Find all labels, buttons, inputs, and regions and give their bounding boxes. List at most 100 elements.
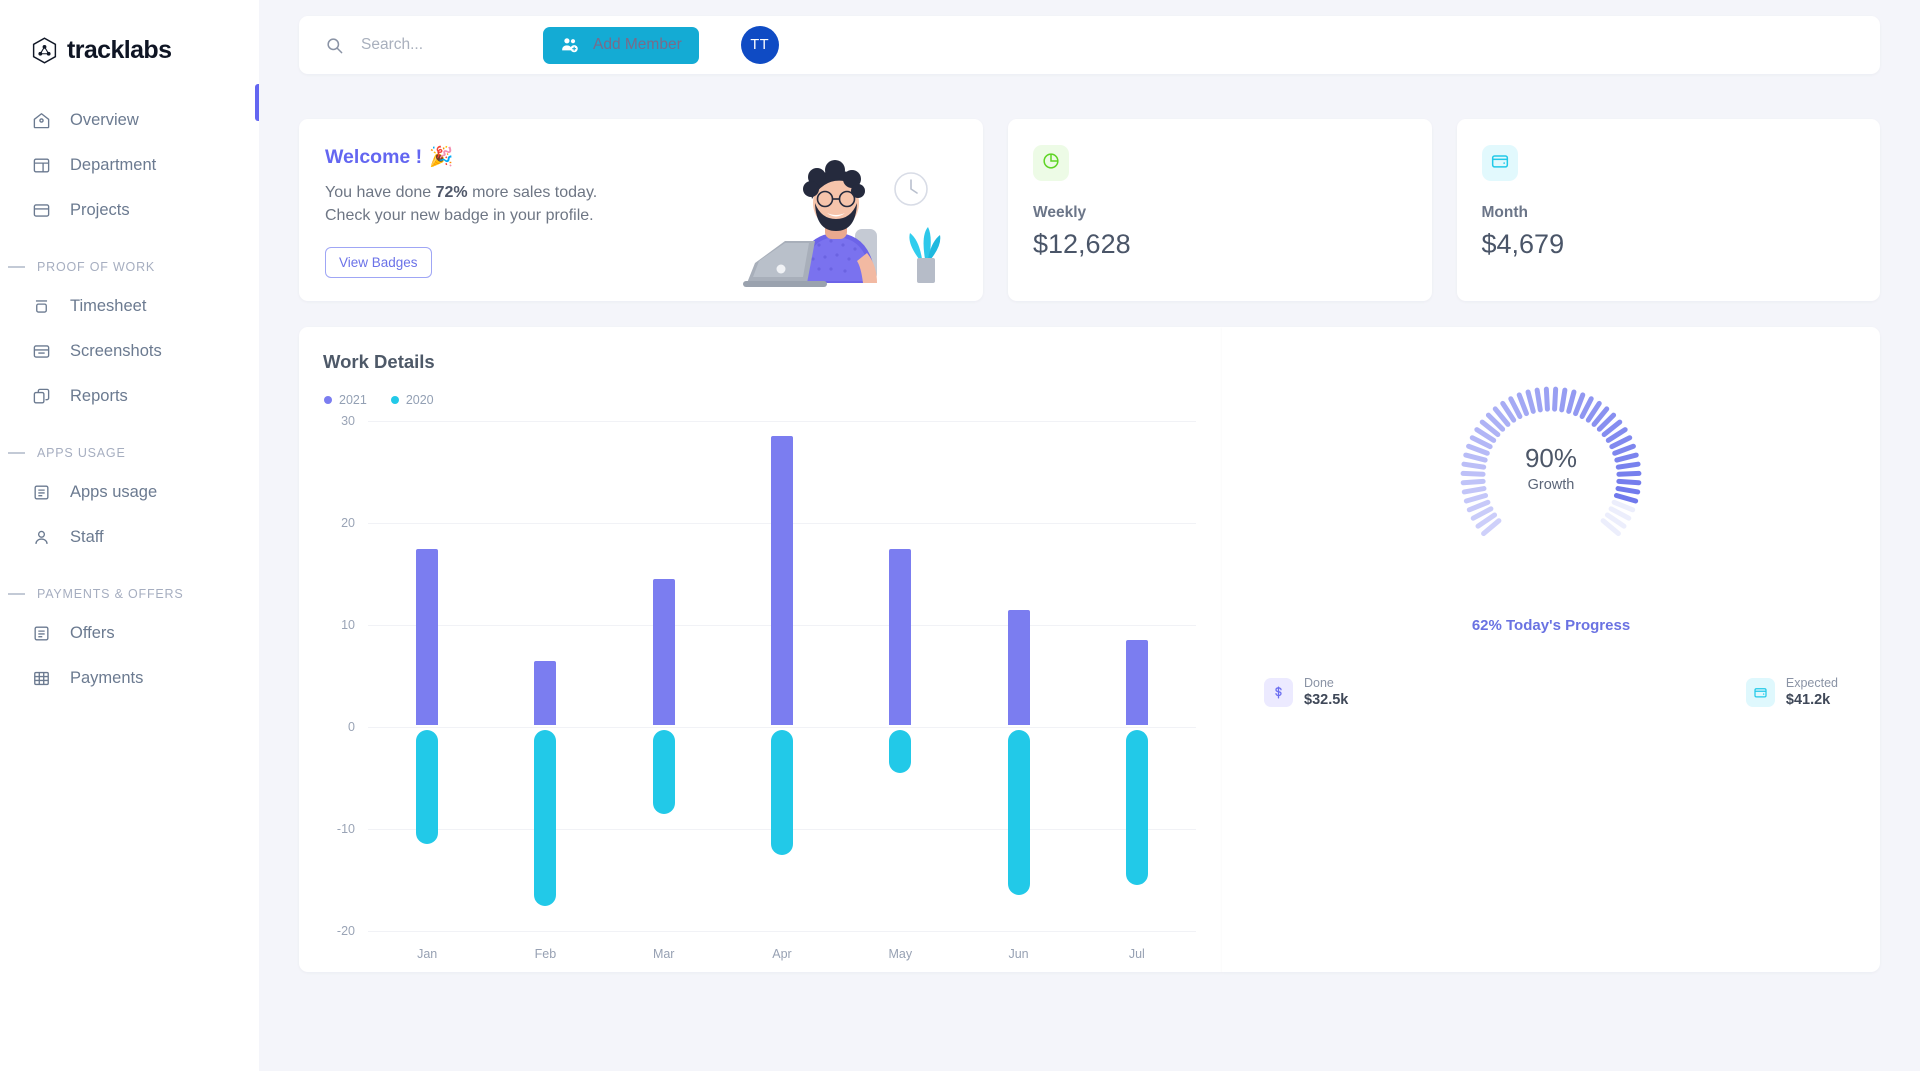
chart-x-labels: Jan Feb Mar Apr May Jun Jul bbox=[368, 947, 1196, 961]
dashboard-root: tracklabs Overview Department Projects P… bbox=[0, 0, 1920, 1071]
chart-bar-2020[interactable] bbox=[1007, 730, 1030, 896]
sidebar-item-label: Department bbox=[70, 156, 157, 174]
sidebar-item-reports[interactable]: Reports bbox=[0, 374, 259, 419]
view-badges-button[interactable]: View Badges bbox=[325, 247, 432, 279]
stat-label: Weekly bbox=[1033, 204, 1087, 221]
chart-bar-group[interactable] bbox=[1078, 421, 1196, 931]
mini-stat-value: $32.5k bbox=[1304, 692, 1349, 708]
chart-bar-2020[interactable] bbox=[652, 730, 675, 814]
chart-y-tick: 10 bbox=[341, 618, 355, 632]
search-icon bbox=[325, 36, 344, 55]
chart-y-tick: 30 bbox=[341, 414, 355, 428]
growth-mini-stats: Done $32.5k Expected $41.2k bbox=[1222, 676, 1880, 708]
section-dash bbox=[8, 593, 25, 595]
chart-legend: 2021 2020 bbox=[323, 393, 1222, 407]
sidebar-section-apps-usage: APPS USAGE bbox=[0, 446, 259, 460]
mini-stat-label: Done bbox=[1304, 676, 1334, 690]
chart-bar-2021[interactable] bbox=[534, 660, 557, 725]
grid-table-icon bbox=[31, 669, 51, 689]
chart-bar-2020[interactable] bbox=[534, 730, 557, 906]
welcome-title: Welcome ! 🎉 bbox=[325, 145, 983, 169]
chart-bar-group[interactable] bbox=[486, 421, 604, 931]
party-popper-icon: 🎉 bbox=[429, 146, 454, 168]
hexagon-network-icon bbox=[30, 36, 59, 65]
chart-bar-2021[interactable] bbox=[889, 548, 912, 725]
brand-name: tracklabs bbox=[67, 35, 172, 64]
mini-stat-label: Expected bbox=[1785, 676, 1838, 690]
welcome-line2: Check your new badge in your profile. bbox=[325, 206, 594, 224]
timesheet-icon bbox=[31, 297, 51, 317]
chart-bar-2021[interactable] bbox=[1125, 640, 1148, 725]
chart-bar-group[interactable] bbox=[959, 421, 1077, 931]
chart-bar-2020[interactable] bbox=[416, 730, 439, 845]
avatar[interactable]: TT bbox=[740, 26, 779, 64]
sidebar-item-label: Staff bbox=[70, 528, 104, 546]
sidebar-item-offers[interactable]: Offers bbox=[0, 611, 259, 656]
mini-stat-done: Done $32.5k bbox=[1264, 676, 1348, 708]
active-indicator bbox=[255, 84, 259, 121]
wallet-icon-container bbox=[1745, 677, 1775, 707]
sidebar-item-label: Timesheet bbox=[70, 297, 147, 315]
home-icon bbox=[31, 111, 51, 131]
legend-item-2020[interactable]: 2020 bbox=[390, 393, 434, 407]
search-container[interactable] bbox=[325, 36, 537, 55]
chart-bar-group[interactable] bbox=[841, 421, 959, 931]
chart-bar-2021[interactable] bbox=[416, 548, 439, 725]
chart-y-tick: 20 bbox=[341, 516, 355, 530]
copy-reports-icon bbox=[31, 387, 51, 407]
chart-title: Work Details bbox=[323, 351, 435, 372]
chart-bar-2020[interactable] bbox=[889, 730, 912, 773]
legend-item-2021[interactable]: 2021 bbox=[324, 393, 367, 407]
mini-stat-expected: Expected $41.2k bbox=[1745, 676, 1838, 708]
summary-cards-row: Welcome ! 🎉 You have done 72% more sales… bbox=[299, 119, 1880, 301]
sidebar-item-label: Apps usage bbox=[70, 483, 158, 501]
growth-gauge: 90% Growth bbox=[1436, 377, 1666, 577]
chart-bar-2020[interactable] bbox=[1125, 730, 1148, 886]
main-content: Add Member TT Welcome ! 🎉 You have done … bbox=[259, 0, 1920, 1071]
sidebar-item-apps-usage[interactable]: Apps usage bbox=[0, 470, 259, 515]
sidebar-item-payments[interactable]: Payments bbox=[0, 656, 259, 701]
panels-row: Work Details 2021 2020 30 20 10 0 -10 -20 Jan F… bbox=[299, 327, 1880, 972]
gauge-sublabel: Growth bbox=[1527, 477, 1575, 493]
section-label: PAYMENTS & OFFERS bbox=[37, 587, 184, 601]
sidebar-item-timesheet[interactable]: Timesheet bbox=[0, 284, 259, 329]
chart-bar-group[interactable] bbox=[605, 421, 723, 931]
add-member-button[interactable]: Add Member bbox=[543, 26, 699, 64]
chart-bar-group[interactable] bbox=[368, 421, 486, 931]
sidebar-section-proof-of-work: PROOF OF WORK bbox=[0, 260, 259, 274]
window-icon bbox=[31, 201, 51, 221]
stat-value: $4,679 bbox=[1481, 229, 1565, 259]
legend-dot-icon bbox=[324, 396, 332, 404]
stat-card-month: Month $4,679 bbox=[1456, 119, 1880, 301]
welcome-line1-pre: You have done bbox=[325, 184, 436, 201]
chart-bar-2021[interactable] bbox=[1007, 609, 1030, 725]
brand-logo[interactable]: tracklabs bbox=[0, 22, 259, 72]
list-document-icon bbox=[31, 483, 51, 503]
dollar-icon-container bbox=[1264, 677, 1293, 707]
sidebar-item-staff[interactable]: Staff bbox=[0, 515, 259, 560]
add-people-icon bbox=[560, 35, 580, 55]
chart-y-tick: -10 bbox=[336, 822, 355, 836]
offer-document-icon bbox=[31, 624, 51, 644]
welcome-body: You have done 72% more sales today. Chec… bbox=[325, 182, 983, 227]
sidebar-item-screenshots[interactable]: Screenshots bbox=[0, 329, 259, 374]
chart-bar-2021[interactable] bbox=[770, 436, 793, 725]
sidebar-item-overview[interactable]: Overview bbox=[0, 98, 259, 143]
chart-x-tick: Apr bbox=[772, 947, 792, 961]
avatar-initials: TT bbox=[750, 37, 770, 53]
add-member-label: Add Member bbox=[593, 36, 682, 53]
chart-bar-2020[interactable] bbox=[770, 730, 793, 855]
sidebar: tracklabs Overview Department Projects P… bbox=[0, 0, 259, 1071]
sidebar-section-payments-offers: PAYMENTS & OFFERS bbox=[0, 587, 259, 601]
chart-bar-group[interactable] bbox=[723, 421, 841, 931]
chart-bars bbox=[368, 421, 1196, 931]
welcome-line1-post: more sales today. bbox=[467, 184, 598, 201]
chart-bar-2021[interactable] bbox=[652, 579, 675, 725]
search-input[interactable] bbox=[361, 36, 511, 54]
sidebar-item-projects[interactable]: Projects bbox=[0, 188, 259, 233]
sidebar-item-label: Projects bbox=[70, 201, 130, 219]
gauge-percent: 90% bbox=[1524, 443, 1578, 473]
sidebar-item-label: Offers bbox=[70, 624, 115, 642]
sidebar-item-department[interactable]: Department bbox=[0, 143, 259, 188]
stat-label: Month bbox=[1481, 204, 1528, 221]
